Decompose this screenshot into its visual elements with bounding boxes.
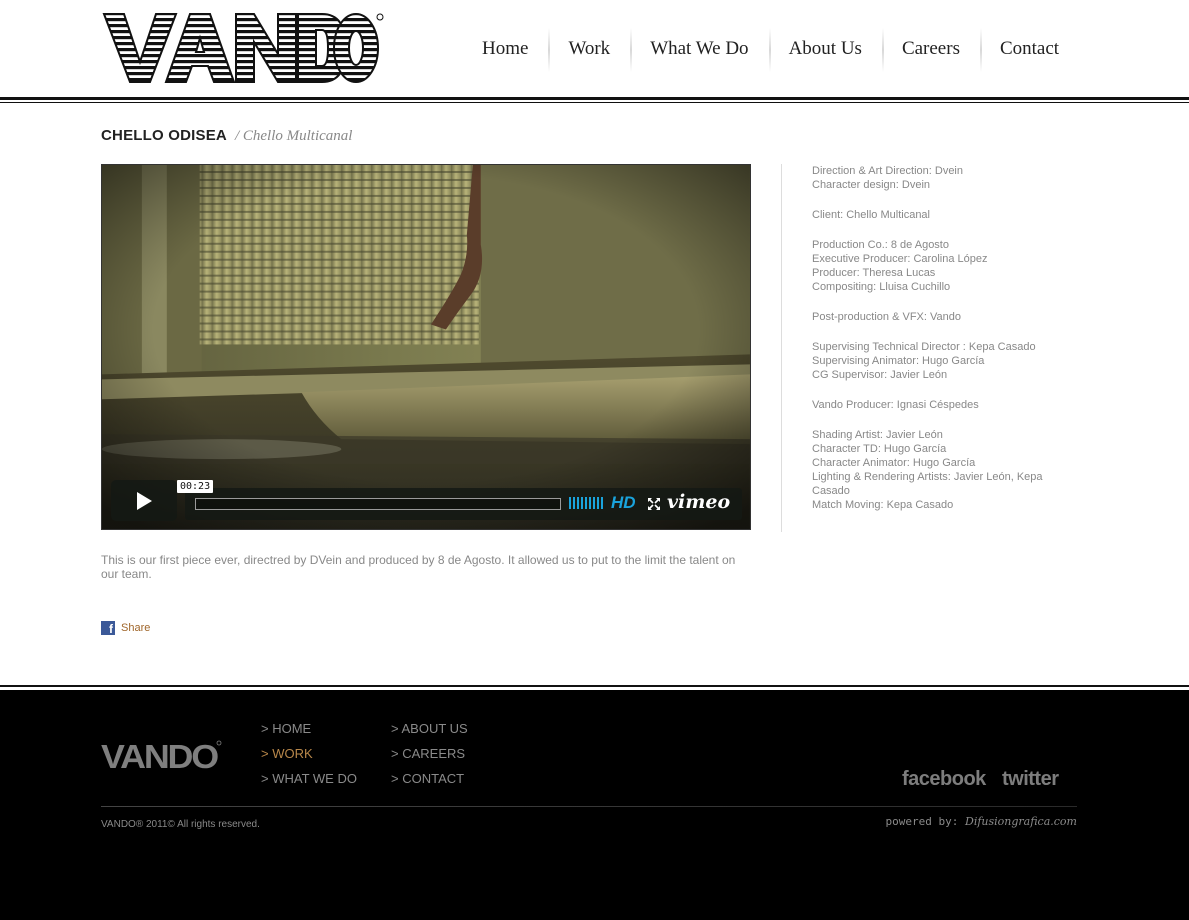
credit-line: Producer: Theresa Lucas <box>812 267 936 279</box>
facebook-icon: f <box>101 621 115 635</box>
footer-link-work[interactable]: > WORK <box>261 746 357 761</box>
site-footer: VANDO > HOME > WORK > WHAT WE DO > ABOUT… <box>0 690 1189 920</box>
footer-links-col-1: > HOME > WORK > WHAT WE DO <box>261 721 357 786</box>
copyright-text: VANDO® 2011© All rights reserved. <box>101 819 260 830</box>
video-frame <box>102 165 750 529</box>
credits-list: Direction & Art Direction: Dvein Characte… <box>812 164 1062 528</box>
credit-line: Character Animator: Hugo García <box>812 457 976 469</box>
vando-logo[interactable] <box>102 12 384 84</box>
facebook-link[interactable]: facebook <box>902 768 986 791</box>
footer-inner-divider <box>101 806 1077 807</box>
player-controlbar: HD vimeo <box>185 488 742 520</box>
footer-links-col-2: > ABOUT US > CAREERS > CONTACT <box>391 721 468 786</box>
powered-by[interactable]: powered by: Difusiongrafica.com <box>886 815 1077 828</box>
credits-divider <box>781 164 782 532</box>
credit-group: Direction & Art Direction: Dvein Characte… <box>812 164 1062 192</box>
credit-line: Supervising Technical Director : Kepa Ca… <box>812 341 1036 353</box>
credit-line: Production Co.: 8 de Agosto <box>812 239 949 251</box>
footer-divider <box>0 685 1189 687</box>
svg-text:VANDO: VANDO <box>101 740 218 772</box>
project-title: CHELLO ODISEA <box>101 127 227 144</box>
footer-link-what-we-do[interactable]: > WHAT WE DO <box>261 771 357 786</box>
credit-line: Direction & Art Direction: Dvein <box>812 165 963 177</box>
hd-toggle[interactable]: HD <box>611 493 636 513</box>
fullscreen-icon[interactable] <box>647 497 661 511</box>
credit-line: Supervising Animator: Hugo García <box>812 355 985 367</box>
main-nav: Home Work What We Do About Us Careers Co… <box>462 24 1079 74</box>
video-player[interactable]: HD vimeo 00:23 <box>101 164 751 530</box>
nav-about-us[interactable]: About Us <box>768 24 882 74</box>
play-icon <box>137 491 152 510</box>
credit-line: CG Supervisor: Javier León <box>812 369 948 381</box>
footer-link-careers[interactable]: > CAREERS <box>391 746 468 761</box>
credit-group: Production Co.: 8 de Agosto Executive Pro… <box>812 238 1062 294</box>
powered-by-name: Difusiongrafica.com <box>965 815 1077 828</box>
volume-bars-icon[interactable] <box>569 497 603 509</box>
nav-what-we-do[interactable]: What We Do <box>630 24 768 74</box>
credit-group: Client: Chello Multicanal <box>812 208 1062 222</box>
credit-line: Lighting & Rendering Artists: Javier Leó… <box>812 471 1043 497</box>
project-description: This is our first piece ever, directred … <box>101 553 736 581</box>
nav-work[interactable]: Work <box>548 24 630 74</box>
credit-line: Post-production & VFX: Vando <box>812 311 961 323</box>
credit-line: Vando Producer: Ignasi Céspedes <box>812 399 979 411</box>
credit-group: Vando Producer: Ignasi Céspedes <box>812 398 1062 412</box>
credit-line: Match Moving: Kepa Casado <box>812 499 954 511</box>
site-header: Home Work What We Do About Us Careers Co… <box>0 0 1189 104</box>
nav-home[interactable]: Home <box>462 24 548 74</box>
credit-line: Shading Artist: Javier León <box>812 429 943 441</box>
project-client: / Chello Multicanal <box>234 128 353 144</box>
credit-group: Supervising Technical Director : Kepa Ca… <box>812 340 1062 382</box>
twitter-link[interactable]: twitter <box>1002 768 1059 791</box>
credit-line: Executive Producer: Carolina López <box>812 253 988 265</box>
progress-bar[interactable] <box>195 498 561 510</box>
vimeo-logo[interactable]: vimeo <box>667 491 730 513</box>
powered-by-prefix: powered by: <box>885 815 959 828</box>
share-label: Share <box>121 622 151 634</box>
footer-link-contact[interactable]: > CONTACT <box>391 771 468 786</box>
footer-vando-logo[interactable]: VANDO <box>101 740 222 772</box>
footer-link-about-us[interactable]: > ABOUT US <box>391 721 468 736</box>
project-heading: CHELLO ODISEA / Chello Multicanal <box>101 127 352 145</box>
play-button[interactable] <box>111 480 177 521</box>
nav-careers[interactable]: Careers <box>881 24 980 74</box>
header-divider-thin <box>0 102 1189 103</box>
credit-line: Client: Chello Multicanal <box>812 209 930 221</box>
credit-group: Shading Artist: Javier León Character TD:… <box>812 428 1062 512</box>
nav-contact[interactable]: Contact <box>979 24 1079 74</box>
credit-line: Compositing: Lluisa Cuchillo <box>812 281 951 293</box>
footer-link-home[interactable]: > HOME <box>261 721 357 736</box>
credit-line: Character design: Dvein <box>812 179 931 191</box>
credit-line: Character TD: Hugo García <box>812 443 947 455</box>
credit-group: Post-production & VFX: Vando <box>812 310 1062 324</box>
facebook-share-button[interactable]: f Share <box>101 621 150 635</box>
header-divider-thick <box>0 97 1189 100</box>
time-display: 00:23 <box>177 480 214 493</box>
